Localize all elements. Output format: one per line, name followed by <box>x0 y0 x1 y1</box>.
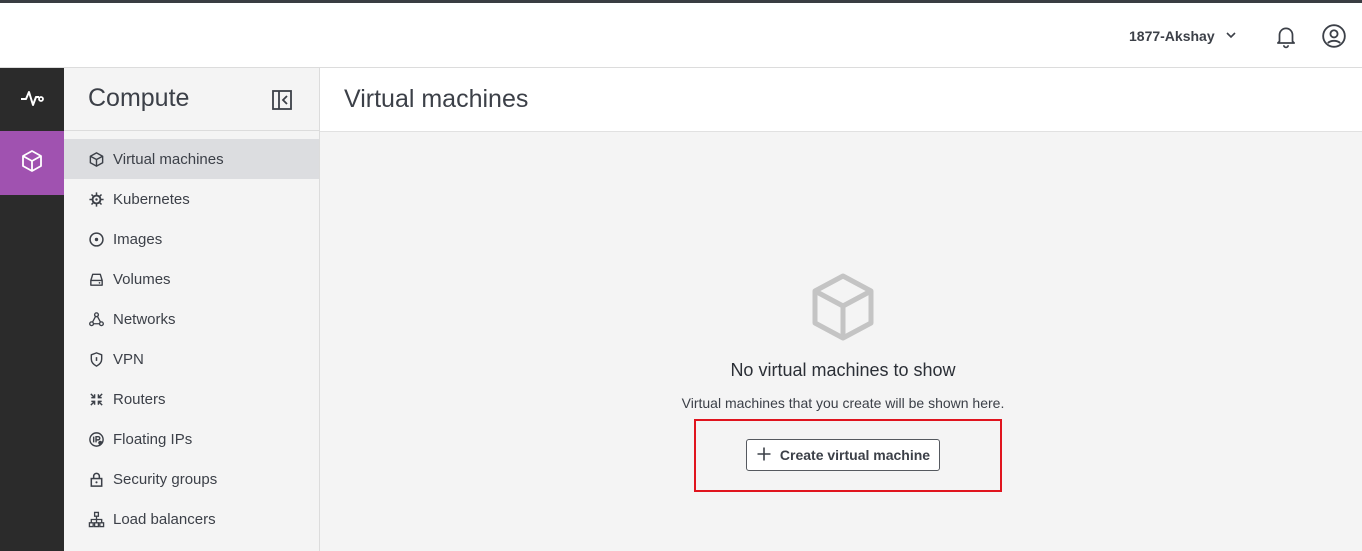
empty-state-title: No virtual machines to show <box>730 360 956 380</box>
sidebar: Compute Virtual machines Kubernetes Imag… <box>64 68 320 551</box>
sidebar-item-label: Load balancers <box>113 510 216 528</box>
empty-state-description: Virtual machines that you create will be… <box>681 395 1005 411</box>
sidebar-item-vpn[interactable]: VPN <box>64 339 319 379</box>
plus-icon <box>756 446 772 465</box>
sidebar-item-images[interactable]: Images <box>64 219 319 259</box>
sidebar-item-floating-ips[interactable]: Floating IPs <box>64 419 319 459</box>
sidebar-item-networks[interactable]: Networks <box>64 299 319 339</box>
drive-icon <box>87 270 105 288</box>
user-menu[interactable]: 1877-Akshay <box>1129 25 1237 47</box>
cube-icon <box>19 148 45 179</box>
rail-item-monitoring[interactable] <box>0 68 64 132</box>
shield-icon <box>87 350 105 368</box>
sidebar-item-virtual-machines[interactable]: Virtual machines <box>64 139 319 179</box>
pulse-icon <box>19 85 45 116</box>
main-content: No virtual machines to show Virtual mach… <box>320 132 1362 551</box>
rail-item-compute[interactable] <box>0 131 64 195</box>
sidebar-item-label: Routers <box>113 390 166 408</box>
disc-icon <box>87 230 105 248</box>
sidebar-item-routers[interactable]: Routers <box>64 379 319 419</box>
sidebar-header: Compute <box>64 68 319 131</box>
create-button-label: Create virtual machine <box>779 447 931 463</box>
user-name: 1877-Akshay <box>1129 28 1215 44</box>
bell-icon[interactable] <box>1273 23 1299 49</box>
sidebar-item-label: Volumes <box>113 270 171 288</box>
top-header: 1877-Akshay <box>0 3 1362 68</box>
network-icon <box>87 310 105 328</box>
cube-icon <box>810 272 876 342</box>
sidebar-item-label: Virtual machines <box>113 150 224 168</box>
lock-icon <box>87 470 105 488</box>
chevron-down-icon <box>1225 28 1237 44</box>
sidebar-item-label: VPN <box>113 350 144 368</box>
sidebar-nav: Virtual machines Kubernetes Images Volum… <box>64 139 319 539</box>
hierarchy-icon <box>87 510 105 528</box>
sidebar-item-load-balancers[interactable]: Load balancers <box>64 499 319 539</box>
router-icon <box>87 390 105 408</box>
sidebar-item-security-groups[interactable]: Security groups <box>64 459 319 499</box>
main-header: Virtual machines <box>320 68 1362 132</box>
collapse-sidebar-icon[interactable] <box>270 88 294 112</box>
sidebar-item-label: Floating IPs <box>113 430 193 448</box>
account-icon[interactable] <box>1321 23 1347 49</box>
sidebar-item-kubernetes[interactable]: Kubernetes <box>64 179 319 219</box>
sidebar-item-label: Networks <box>113 310 176 328</box>
sidebar-item-volumes[interactable]: Volumes <box>64 259 319 299</box>
create-virtual-machine-button[interactable]: Create virtual machine <box>746 439 940 471</box>
sidebar-item-label: Images <box>113 230 163 248</box>
sidebar-item-label: Security groups <box>113 470 218 488</box>
app-rail <box>0 68 64 551</box>
cube-icon <box>87 150 105 168</box>
page-title: Virtual machines <box>344 85 529 113</box>
helm-icon <box>87 190 105 208</box>
ip-icon <box>87 430 105 448</box>
sidebar-title: Compute <box>88 84 190 112</box>
sidebar-item-label: Kubernetes <box>113 190 190 208</box>
